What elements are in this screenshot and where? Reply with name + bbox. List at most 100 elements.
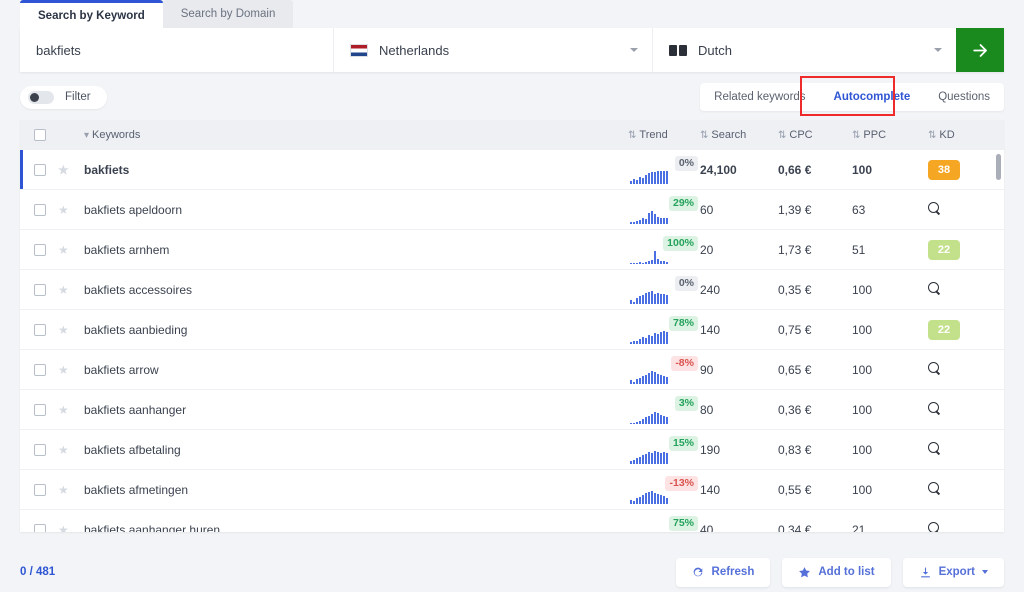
check-kd-search-icon[interactable] xyxy=(928,282,941,295)
table-row[interactable]: ★bakfiets afmetingen-13%1400,55 €100 xyxy=(20,470,1004,510)
selection-count: 0 / 481 xyxy=(20,566,55,578)
row-checkbox[interactable] xyxy=(34,444,46,456)
table-row[interactable]: ★bakfiets aanbieding78%1400,75 €10022 xyxy=(20,310,1004,350)
row-checkbox[interactable] xyxy=(34,524,46,533)
column-header-ppc[interactable]: ⇅PPC xyxy=(852,120,928,150)
keyword-cell[interactable]: bakfiets accessoires xyxy=(84,270,628,310)
cpc-cell: 0,83 € xyxy=(778,430,852,470)
star-icon xyxy=(798,566,811,579)
table-scrollbar[interactable] xyxy=(996,154,1001,522)
tab-search-by-keyword[interactable]: Search by Keyword xyxy=(20,0,163,28)
keyword-cell[interactable]: bakfiets aanhanger huren xyxy=(84,510,628,533)
keyword-cell[interactable]: bakfiets apeldoorn xyxy=(84,190,628,230)
sort-arrow-icon: ⇅ xyxy=(928,130,936,141)
keyword-input[interactable]: bakfiets xyxy=(20,28,334,72)
search-volume-cell: 140 xyxy=(700,310,778,350)
trend-sparkline xyxy=(630,409,668,424)
search-volume-cell: 60 xyxy=(700,190,778,230)
column-header-search[interactable]: ⇅Search xyxy=(700,120,778,150)
country-select-value: Netherlands xyxy=(379,43,449,58)
cpc-cell: 0,34 € xyxy=(778,510,852,533)
add-to-list-button[interactable]: Add to list xyxy=(782,558,890,587)
sort-arrow-icon: ▾ xyxy=(84,130,89,141)
star-icon[interactable]: ★ xyxy=(58,203,69,217)
star-icon[interactable]: ★ xyxy=(58,163,69,177)
language-select[interactable]: Dutch xyxy=(653,28,956,72)
table-row[interactable]: ★bakfiets aanhanger huren75%400,34 €21 xyxy=(20,510,1004,533)
kd-cell: 22 xyxy=(928,310,1004,350)
filter-toggle[interactable]: Filter xyxy=(20,86,107,109)
row-checkbox[interactable] xyxy=(34,164,46,176)
filter-switch[interactable] xyxy=(28,91,54,104)
row-checkbox[interactable] xyxy=(34,284,46,296)
column-header-trend[interactable]: ⇅Trend xyxy=(628,120,700,150)
export-button[interactable]: Export xyxy=(903,558,1004,587)
keyword-cell[interactable]: bakfiets afmetingen xyxy=(84,470,628,510)
ppc-cell: 100 xyxy=(852,310,928,350)
select-all-checkbox[interactable] xyxy=(34,129,46,141)
star-icon[interactable]: ★ xyxy=(58,323,69,337)
keyword-cell[interactable]: bakfiets arnhem xyxy=(84,230,628,270)
trend-percent-badge: -13% xyxy=(665,476,698,491)
segment-questions[interactable]: Questions xyxy=(924,83,1004,111)
star-icon[interactable]: ★ xyxy=(58,283,69,297)
table-row[interactable]: ★bakfiets apeldoorn29%601,39 €63 xyxy=(20,190,1004,230)
row-favorite-cell: ★ xyxy=(58,230,84,270)
table-row[interactable]: ★bakfiets aanhanger3%800,36 €100 xyxy=(20,390,1004,430)
search-submit-button[interactable] xyxy=(956,28,1004,72)
trend-percent-badge: 29% xyxy=(669,196,698,211)
ppc-cell: 21 xyxy=(852,510,928,533)
keyword-text: bakfiets afbetaling xyxy=(84,443,181,457)
trend-cell: -13% xyxy=(628,470,700,510)
segment-related-keywords[interactable]: Related keywords xyxy=(700,83,819,111)
flag-netherlands-icon xyxy=(350,44,368,57)
keyword-cell[interactable]: bakfiets xyxy=(84,150,628,190)
star-icon[interactable]: ★ xyxy=(58,523,69,533)
language-select-value: Dutch xyxy=(698,43,732,58)
column-header-kd[interactable]: ⇅KD xyxy=(928,120,1004,150)
star-icon[interactable]: ★ xyxy=(58,443,69,457)
check-kd-search-icon[interactable] xyxy=(928,522,941,533)
kd-badge: 38 xyxy=(928,160,960,180)
star-icon[interactable]: ★ xyxy=(58,363,69,377)
ppc-cell: 100 xyxy=(852,350,928,390)
search-volume-cell: 140 xyxy=(700,470,778,510)
segment-autocomplete[interactable]: Autocomplete xyxy=(820,83,925,111)
table-row[interactable]: ★bakfiets afbetaling15%1900,83 €100 xyxy=(20,430,1004,470)
row-checkbox[interactable] xyxy=(34,364,46,376)
row-checkbox[interactable] xyxy=(34,204,46,216)
row-checkbox[interactable] xyxy=(34,324,46,336)
country-select[interactable]: Netherlands xyxy=(334,28,653,72)
table-row[interactable]: ★bakfiets arnhem100%201,73 €5122 xyxy=(20,230,1004,270)
column-header-keywords[interactable]: ▾Keywords xyxy=(84,120,628,150)
star-icon[interactable]: ★ xyxy=(58,243,69,257)
trend-sparkline xyxy=(630,169,668,184)
keyword-cell[interactable]: bakfiets aanbieding xyxy=(84,310,628,350)
check-kd-search-icon[interactable] xyxy=(928,482,941,495)
keyword-cell[interactable]: bakfiets arrow xyxy=(84,350,628,390)
table-scrollbar-thumb[interactable] xyxy=(996,154,1001,180)
keyword-text: bakfiets xyxy=(84,163,129,177)
ppc-cell: 51 xyxy=(852,230,928,270)
table-row[interactable]: ★bakfiets accessoires0%2400,35 €100 xyxy=(20,270,1004,310)
keyword-cell[interactable]: bakfiets afbetaling xyxy=(84,430,628,470)
row-checkbox[interactable] xyxy=(34,484,46,496)
ppc-cell: 100 xyxy=(852,430,928,470)
star-icon[interactable]: ★ xyxy=(58,483,69,497)
table-row[interactable]: ★bakfiets arrow-8%900,65 €100 xyxy=(20,350,1004,390)
table-row[interactable]: ★bakfiets0%24,1000,66 €10038 xyxy=(20,150,1004,190)
row-checkbox[interactable] xyxy=(34,404,46,416)
check-kd-search-icon[interactable] xyxy=(928,202,941,215)
check-kd-search-icon[interactable] xyxy=(928,442,941,455)
kd-cell: 38 xyxy=(928,150,1004,190)
keyword-cell[interactable]: bakfiets aanhanger xyxy=(84,390,628,430)
refresh-button[interactable]: Refresh xyxy=(676,558,771,587)
check-kd-search-icon[interactable] xyxy=(928,402,941,415)
star-icon[interactable]: ★ xyxy=(58,403,69,417)
row-checkbox[interactable] xyxy=(34,244,46,256)
column-header-cpc[interactable]: ⇅CPC xyxy=(778,120,852,150)
tab-search-by-domain[interactable]: Search by Domain xyxy=(163,0,294,28)
check-kd-search-icon[interactable] xyxy=(928,362,941,375)
trend-cell: 75% xyxy=(628,510,700,533)
cpc-cell: 0,65 € xyxy=(778,350,852,390)
